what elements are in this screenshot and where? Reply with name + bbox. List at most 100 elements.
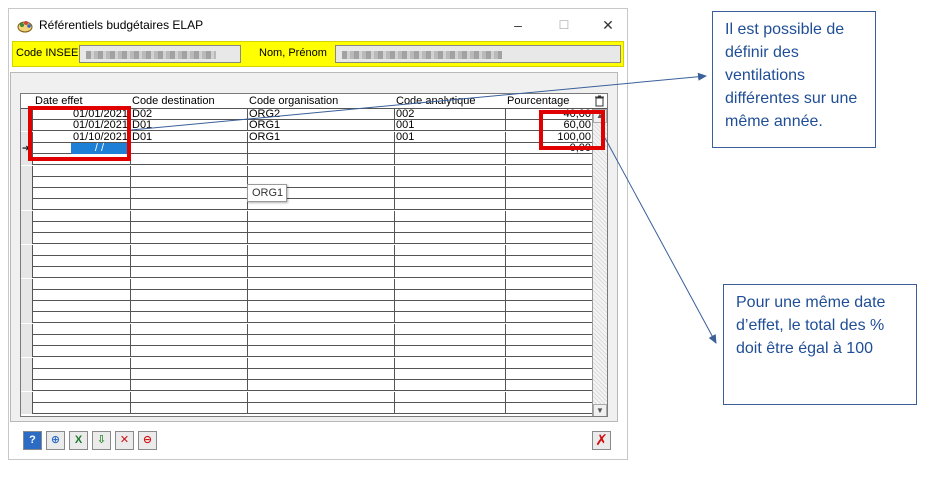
column-divider xyxy=(394,357,395,368)
column-divider xyxy=(247,312,248,323)
table-row[interactable] xyxy=(21,233,594,245)
table-row[interactable] xyxy=(21,222,594,233)
row-selector[interactable] xyxy=(21,346,33,358)
table-row[interactable] xyxy=(21,312,594,324)
row-selector[interactable] xyxy=(21,323,33,335)
table-row[interactable] xyxy=(21,323,594,335)
table-row[interactable] xyxy=(21,289,594,301)
minimize-button[interactable]: – xyxy=(507,15,529,35)
table-row[interactable] xyxy=(21,176,594,188)
grid-cell-org[interactable]: ORG1 xyxy=(247,132,394,143)
row-selector[interactable] xyxy=(21,255,33,267)
table-row[interactable] xyxy=(21,210,594,222)
table-row[interactable] xyxy=(21,267,594,279)
name-field[interactable] xyxy=(335,45,621,63)
help-button[interactable]: ? xyxy=(23,431,42,450)
row-selector[interactable] xyxy=(21,165,33,177)
grid-cell-dest[interactable]: D01 xyxy=(130,132,247,143)
table-row[interactable] xyxy=(21,335,594,346)
add-button[interactable]: ⊕ xyxy=(46,431,65,450)
table-row[interactable] xyxy=(21,165,594,177)
table-row[interactable] xyxy=(21,188,594,200)
column-divider xyxy=(394,289,395,300)
row-selector[interactable] xyxy=(21,380,33,392)
export-excel-button[interactable]: X xyxy=(69,431,88,450)
col-code-organisation[interactable]: Code organisation xyxy=(247,95,394,109)
table-row[interactable] xyxy=(21,278,594,290)
row-selector[interactable] xyxy=(21,335,33,346)
row-selector[interactable] xyxy=(21,368,33,380)
column-divider xyxy=(247,301,248,312)
col-code-destination[interactable]: Code destination xyxy=(130,95,247,109)
row-selector[interactable] xyxy=(21,267,33,279)
grid-cell-dest[interactable]: D02 xyxy=(130,109,247,120)
table-row[interactable] xyxy=(21,368,594,380)
column-divider xyxy=(394,380,395,391)
row-selector[interactable] xyxy=(21,188,33,200)
col-code-analytique[interactable]: Code analytique xyxy=(394,95,505,109)
column-divider xyxy=(394,368,395,379)
grid-cell-analytique[interactable]: 001 xyxy=(394,132,505,143)
column-divider xyxy=(505,312,506,323)
column-divider xyxy=(247,289,248,300)
column-divider xyxy=(247,391,248,402)
table-row[interactable] xyxy=(21,380,594,392)
grid-cell-org[interactable] xyxy=(247,143,394,154)
row-selector[interactable] xyxy=(21,222,33,233)
table-row[interactable] xyxy=(21,402,594,414)
row-selector[interactable] xyxy=(21,244,33,256)
grid-cell-dest[interactable] xyxy=(130,143,247,154)
row-selector[interactable] xyxy=(21,199,33,211)
row-selector[interactable] xyxy=(21,312,33,324)
row-selector[interactable] xyxy=(21,176,33,188)
highlight-dates xyxy=(28,106,131,161)
row-selector[interactable] xyxy=(21,357,33,369)
close-button[interactable]: ✕ xyxy=(597,15,619,35)
table-row[interactable] xyxy=(21,255,594,267)
table-row[interactable] xyxy=(21,391,594,403)
maximize-button[interactable]: ☐ xyxy=(553,15,575,35)
row-selector[interactable] xyxy=(21,391,33,403)
app-icon xyxy=(17,21,33,33)
table-row[interactable] xyxy=(21,199,594,211)
column-divider xyxy=(505,154,506,165)
row-selector[interactable] xyxy=(21,289,33,301)
column-divider xyxy=(247,154,248,165)
redacted-value xyxy=(86,51,216,59)
column-divider xyxy=(394,402,395,413)
col-pourcentage[interactable]: Pourcentage xyxy=(505,95,593,109)
table-row[interactable] xyxy=(21,346,594,358)
column-divider xyxy=(247,346,248,357)
delete-column-icon[interactable] xyxy=(594,95,605,107)
table-row[interactable] xyxy=(21,244,594,256)
title-bar: Référentiels budgétaires ELAP – ☐ ✕ xyxy=(9,9,627,40)
grid-cell-analytique[interactable] xyxy=(394,143,505,154)
table-row[interactable] xyxy=(21,301,594,313)
row-selector[interactable] xyxy=(21,233,33,245)
row-selector[interactable] xyxy=(21,278,33,290)
grid-cell-org[interactable]: ORG1 xyxy=(247,120,394,131)
exit-button[interactable]: ✗ xyxy=(592,431,611,450)
table-row[interactable] xyxy=(21,357,594,369)
column-divider xyxy=(130,210,131,221)
delete-row-button[interactable]: ✕ xyxy=(115,431,134,450)
column-divider xyxy=(505,165,506,176)
grid-cell-dest[interactable]: D01 xyxy=(130,120,247,131)
grid-cell-analytique[interactable]: 002 xyxy=(394,109,505,120)
row-selector[interactable] xyxy=(21,402,33,414)
row-selector[interactable] xyxy=(21,301,33,313)
insee-field[interactable] xyxy=(79,45,241,63)
row-selector[interactable] xyxy=(21,210,33,222)
column-divider xyxy=(247,210,248,221)
callout-total: Pour une même date d’effet, le total des… xyxy=(723,284,917,405)
scroll-down-icon[interactable]: ▼ xyxy=(593,404,607,416)
import-button[interactable]: ⇩ xyxy=(92,431,111,450)
column-divider xyxy=(247,244,248,255)
column-divider xyxy=(505,188,506,199)
cancel-button[interactable]: ⊖ xyxy=(138,431,157,450)
vertical-scrollbar[interactable]: ▲ ▼ xyxy=(592,109,607,416)
column-divider xyxy=(394,267,395,278)
column-divider xyxy=(394,210,395,221)
grid-cell-analytique[interactable]: 001 xyxy=(394,120,505,131)
grid-cell-org[interactable]: ORG2 xyxy=(247,109,394,120)
